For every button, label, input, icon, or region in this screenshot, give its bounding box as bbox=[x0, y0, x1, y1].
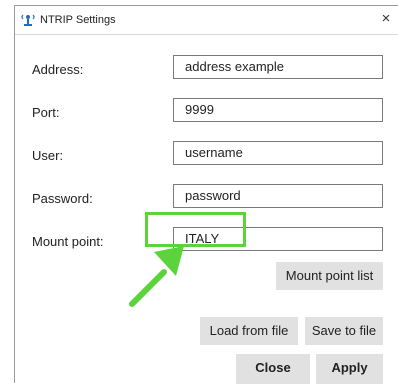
apply-button[interactable]: Apply bbox=[316, 354, 383, 384]
user-input[interactable]: username bbox=[173, 141, 383, 165]
mount-point-input[interactable]: ITALY bbox=[173, 227, 383, 251]
password-label: Password: bbox=[32, 191, 93, 206]
password-input[interactable]: password bbox=[173, 184, 383, 208]
title-bar: NTRIP Settings × bbox=[15, 6, 398, 34]
save-to-file-button[interactable]: Save to file bbox=[305, 317, 383, 345]
close-window-icon[interactable]: × bbox=[379, 11, 393, 27]
green-arrow-icon bbox=[129, 246, 184, 307]
address-input[interactable]: address example bbox=[173, 55, 383, 79]
mount-point-list-button[interactable]: Mount point list bbox=[276, 262, 383, 290]
ntrip-antenna-icon bbox=[21, 14, 35, 26]
ntrip-settings-dialog: NTRIP Settings × Address: address exampl… bbox=[14, 5, 398, 384]
close-button[interactable]: Close bbox=[236, 354, 310, 384]
address-label: Address: bbox=[32, 62, 84, 77]
port-input[interactable]: 9999 bbox=[173, 98, 383, 122]
user-label: User: bbox=[32, 148, 64, 163]
dialog-title: NTRIP Settings bbox=[40, 14, 116, 26]
port-label: Port: bbox=[32, 105, 60, 120]
load-from-file-button[interactable]: Load from file bbox=[200, 317, 298, 345]
mount-point-label: Mount point: bbox=[32, 234, 104, 249]
